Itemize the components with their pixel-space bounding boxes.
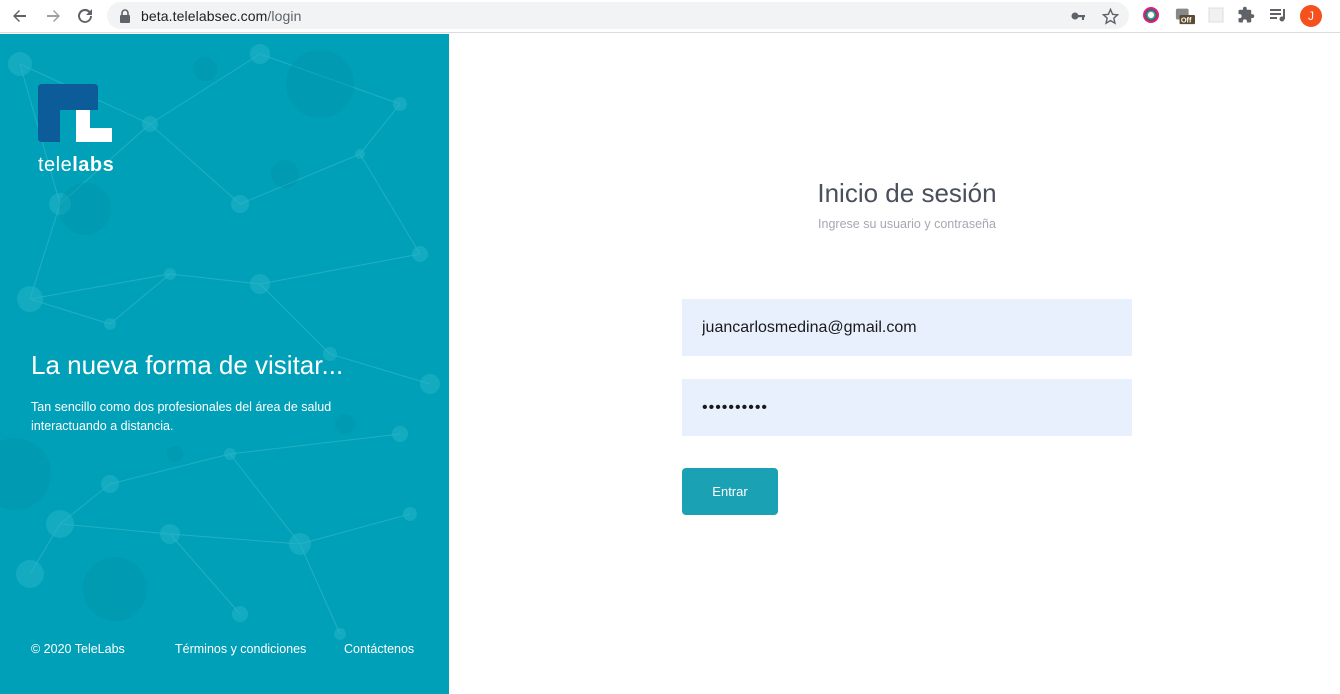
blank-extension-icon[interactable] — [1206, 5, 1226, 25]
terms-link[interactable]: Términos y condiciones — [175, 642, 306, 656]
password-field[interactable] — [682, 379, 1132, 436]
copyright-text: © 2020 TeleLabs — [31, 642, 125, 656]
back-icon[interactable] — [8, 5, 32, 27]
profile-avatar[interactable]: J — [1300, 5, 1322, 27]
email-field[interactable] — [682, 299, 1132, 356]
address-bar[interactable]: beta.telelabsec.com/login — [107, 2, 1129, 29]
page-subtitle: Ingrese su usuario y contraseña — [818, 217, 996, 231]
off-extension-icon[interactable]: Off — [1175, 5, 1195, 25]
svg-text:Off: Off — [1181, 15, 1192, 24]
star-icon[interactable] — [1101, 7, 1119, 25]
panel-tagline: Tan sencillo como dos profesionales del … — [31, 400, 332, 433]
media-icon[interactable] — [1268, 5, 1288, 25]
lock-icon[interactable] — [116, 7, 134, 25]
reload-icon[interactable] — [73, 5, 97, 27]
contact-link[interactable]: Contáctenos — [344, 642, 414, 656]
branding-panel: telelabs La nueva forma de visitar... Ta… — [0, 34, 449, 694]
browser-toolbar: beta.telelabsec.com/login Off J — [0, 0, 1340, 33]
key-icon[interactable] — [1069, 7, 1087, 25]
forward-icon[interactable] — [41, 5, 65, 27]
login-button[interactable]: Entrar — [682, 468, 778, 515]
brand-wordmark: telelabs — [38, 154, 115, 176]
colorpicker-extension-icon[interactable] — [1141, 5, 1161, 25]
url-text[interactable]: beta.telelabsec.com/login — [141, 8, 302, 24]
puzzle-icon[interactable] — [1236, 5, 1256, 25]
page-title: Inicio de sesión — [817, 178, 997, 208]
panel-headline: La nueva forma de visitar... — [31, 350, 344, 380]
